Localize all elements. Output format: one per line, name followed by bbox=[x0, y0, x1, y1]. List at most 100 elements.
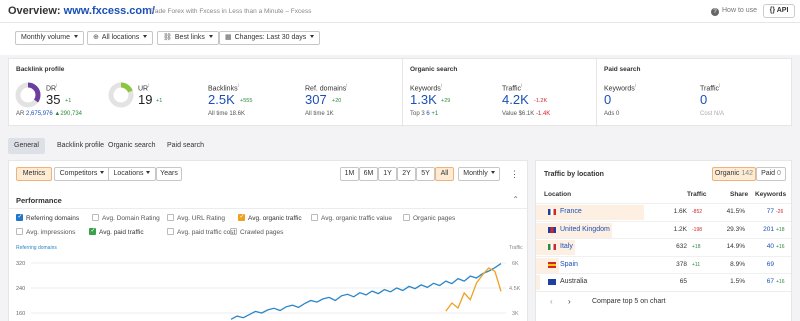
keywords-value[interactable]: 69 bbox=[767, 261, 774, 268]
checkbox-label: Avg. Domain Rating bbox=[102, 215, 160, 222]
metric-checkbox[interactable]: Avg. impressions bbox=[16, 228, 75, 236]
performance-line-chart[interactable] bbox=[31, 253, 506, 321]
traffic-value: 632 bbox=[676, 243, 687, 250]
metric-checkbox[interactable]: Avg. paid traffic cost bbox=[167, 228, 235, 236]
flag-icon bbox=[548, 261, 556, 268]
locations-label: All locations bbox=[101, 34, 140, 41]
links-dropdown[interactable]: ⛓ Best links bbox=[157, 31, 219, 45]
ref-domains-value[interactable]: 307 bbox=[305, 92, 327, 107]
help-icon: ? bbox=[711, 8, 719, 16]
country-name[interactable]: Italy bbox=[560, 243, 573, 250]
dr-delta: +1 bbox=[65, 98, 72, 104]
paid-keywords-label: Keywordsi bbox=[604, 83, 636, 92]
left-tick: 240 bbox=[16, 286, 26, 292]
metric-checkbox[interactable]: Avg. organic traffic value bbox=[311, 214, 392, 222]
target-domain-link[interactable]: www.fxcess.com/ bbox=[64, 5, 155, 17]
compare-top5-link[interactable]: Compare top 5 on chart bbox=[592, 298, 666, 305]
prev-arrow-icon[interactable]: ‹ bbox=[550, 297, 553, 306]
value-delta: -1.4K bbox=[535, 111, 551, 117]
range-2y-button[interactable]: 2Y bbox=[397, 167, 416, 181]
top3-value[interactable]: 6 bbox=[426, 111, 429, 117]
checkbox-label: Avg. paid traffic bbox=[99, 229, 144, 236]
keywords-value[interactable]: 201 bbox=[763, 226, 774, 233]
range-6m-button[interactable]: 6M bbox=[359, 167, 378, 181]
api-button[interactable]: {} API bbox=[763, 4, 795, 18]
changes-dropdown[interactable]: ▦ Changes: Last 30 days bbox=[219, 31, 321, 45]
metric-checkbox[interactable]: Avg. paid traffic bbox=[89, 227, 144, 236]
organic-toggle[interactable]: Organic 142 bbox=[712, 167, 756, 181]
country-name[interactable]: Spain bbox=[560, 261, 578, 268]
metric-checkbox[interactable]: Avg. organic traffic bbox=[238, 213, 302, 222]
metrics-button[interactable]: Metrics bbox=[16, 167, 52, 181]
ref-domains-delta: +20 bbox=[332, 98, 342, 104]
location-row[interactable]: France 1.6K -852 41.5% 77 -26 bbox=[536, 203, 791, 220]
info-icon: i bbox=[634, 83, 636, 89]
interval-dropdown[interactable]: Monthly bbox=[458, 167, 500, 181]
traffic-by-location-panel: Traffic by location Organic 142 Paid 0 L… bbox=[535, 160, 792, 321]
tab-general[interactable]: General bbox=[8, 138, 45, 154]
location-row[interactable]: Spain 378 +11 8.9% 69 bbox=[536, 255, 791, 273]
chevron-down-icon bbox=[100, 171, 105, 174]
divider bbox=[9, 208, 527, 209]
share-value: 14.9% bbox=[726, 243, 745, 250]
metric-checkbox[interactable]: Organic pages bbox=[403, 214, 455, 222]
referring-domains-series-line bbox=[230, 263, 502, 320]
backlinks-value[interactable]: 2.5K bbox=[208, 92, 235, 107]
traffic-value: 378 bbox=[676, 260, 687, 268]
paid-toggle[interactable]: Paid 0 bbox=[756, 167, 786, 181]
range-1m-button[interactable]: 1M bbox=[340, 167, 359, 181]
competitors-dropdown[interactable]: Competitors bbox=[54, 167, 110, 181]
range-5y-button[interactable]: 5Y bbox=[416, 167, 435, 181]
paid-traffic-value[interactable]: 0 bbox=[700, 92, 707, 107]
country-name[interactable]: France bbox=[560, 208, 582, 215]
ur-label: URi bbox=[138, 83, 149, 92]
location-row[interactable]: United Kingdom 1.2K -198 29.3% 201 +18 bbox=[536, 220, 791, 238]
volume-dropdown[interactable]: Monthly volume bbox=[15, 31, 85, 45]
checkbox-icon bbox=[403, 214, 410, 221]
share-value: 1.5% bbox=[730, 278, 745, 285]
tab-paid-search[interactable]: Paid search bbox=[161, 138, 210, 154]
traffic-by-location-title: Traffic by location bbox=[544, 171, 604, 178]
location-row[interactable]: Italy 632 +18 14.9% 40 +16 bbox=[536, 238, 791, 255]
organic-traffic-value[interactable]: 4.2K bbox=[502, 92, 529, 107]
metric-checkbox[interactable]: Referring domains bbox=[16, 213, 79, 222]
dr-value: 35 bbox=[46, 92, 61, 107]
years-button[interactable]: Years bbox=[156, 167, 182, 181]
metric-checkbox[interactable]: Avg. URL Rating bbox=[167, 214, 225, 222]
globe-icon: ⊕ bbox=[93, 34, 99, 41]
organic-keywords-value[interactable]: 1.3K bbox=[410, 92, 437, 107]
locations-chart-dropdown[interactable]: Locations bbox=[108, 167, 156, 181]
organic-traffic-label: Traffici bbox=[502, 83, 522, 92]
range-all-button[interactable]: All bbox=[435, 167, 454, 181]
dr-donut-chart bbox=[15, 82, 41, 108]
more-options-icon[interactable]: ⋮ bbox=[510, 169, 519, 180]
locations-dropdown[interactable]: ⊕ All locations bbox=[87, 31, 154, 45]
metric-checkbox[interactable]: Crawled pages bbox=[230, 228, 283, 236]
how-to-use-link[interactable]: ? How to use bbox=[711, 7, 757, 16]
share-column-header: Share bbox=[730, 191, 749, 198]
paid-search-heading: Paid search bbox=[604, 66, 641, 73]
flag-icon bbox=[548, 226, 556, 233]
right-axis-label: Traffic bbox=[509, 245, 523, 251]
organic-traffic-series-line bbox=[445, 267, 502, 312]
metric-checkbox[interactable]: Avg. Domain Rating bbox=[92, 214, 160, 222]
backlink-profile-heading: Backlink profile bbox=[16, 66, 65, 73]
collapse-chevron-icon[interactable]: ⌃ bbox=[512, 195, 519, 204]
section-divider bbox=[402, 59, 403, 127]
paid-traffic-label: Traffici bbox=[700, 83, 720, 92]
compare-footer: ‹ › Compare top 5 on chart bbox=[536, 291, 791, 311]
cost-line: Cost N/A bbox=[700, 111, 725, 117]
location-row[interactable]: Australia 65 1.5% 67 +16 bbox=[536, 273, 791, 290]
keywords-value[interactable]: 40 bbox=[767, 243, 774, 250]
range-1y-button[interactable]: 1Y bbox=[378, 167, 397, 181]
keywords-value[interactable]: 67 bbox=[767, 278, 774, 285]
next-arrow-icon[interactable]: › bbox=[568, 297, 571, 306]
paid-keywords-value[interactable]: 0 bbox=[604, 92, 611, 107]
keywords-value[interactable]: 77 bbox=[767, 208, 774, 215]
backlinks-delta: +555 bbox=[240, 98, 253, 104]
ar-value[interactable]: 2,675,976 bbox=[26, 111, 53, 117]
checkbox-label: Crawled pages bbox=[240, 229, 284, 236]
performance-panel: Metrics Competitors Locations Years 1M 6… bbox=[8, 160, 528, 321]
country-name[interactable]: United Kingdom bbox=[560, 226, 610, 233]
tab-organic-search[interactable]: Organic search bbox=[102, 138, 161, 154]
